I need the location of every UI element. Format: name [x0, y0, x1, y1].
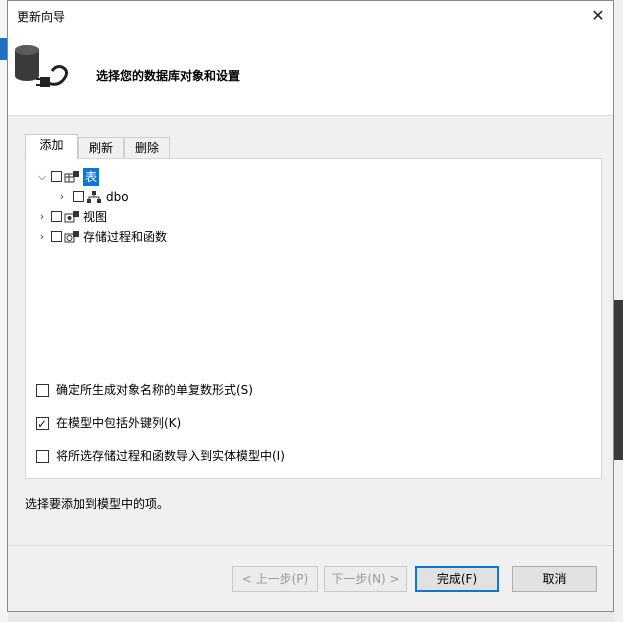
- foreign-keys-label[interactable]: 在模型中包括外键列(K): [56, 414, 181, 432]
- dbo-checkbox[interactable]: [73, 191, 84, 202]
- import-procs-checkbox[interactable]: [36, 450, 49, 463]
- cancel-button[interactable]: 取消: [512, 566, 597, 592]
- chevron-right-icon[interactable]: ›: [36, 228, 48, 246]
- view-icon: [64, 211, 79, 223]
- background-app-right: [614, 0, 623, 622]
- next-button[interactable]: 下一步(N) >: [324, 566, 407, 592]
- foreign-keys-checkbox[interactable]: ✓: [36, 417, 49, 431]
- pluralize-checkbox[interactable]: [36, 384, 49, 397]
- database-plug-icon: [15, 45, 69, 87]
- close-button[interactable]: ✕: [583, 1, 613, 31]
- schema-icon: [87, 191, 101, 203]
- procs-checkbox[interactable]: [51, 231, 62, 242]
- tab-add[interactable]: 添加: [25, 134, 78, 159]
- finish-button[interactable]: 完成(F): [415, 566, 499, 592]
- views-checkbox[interactable]: [51, 211, 62, 222]
- background-panel: [614, 300, 623, 460]
- tab-panel-add: ⌵ 表 › dbo › 视图 › 存储过程和函数 确定所生成对象名称的单复数形式…: [25, 158, 602, 479]
- update-wizard-dialog: 更新向导 ✕ 选择您的数据库对象和设置 添加 刷新 删除 ⌵ 表 › dbo ›…: [7, 0, 614, 612]
- pluralize-label[interactable]: 确定所生成对象名称的单复数形式(S): [56, 381, 253, 399]
- chevron-right-icon[interactable]: ›: [56, 188, 68, 206]
- table-icon: [64, 171, 79, 183]
- tree-label-views[interactable]: 视图: [83, 208, 107, 226]
- tab-delete[interactable]: 删除: [124, 137, 170, 158]
- divider: [8, 545, 613, 546]
- wizard-header: 选择您的数据库对象和设置: [8, 31, 613, 116]
- tree-label-tables[interactable]: 表: [83, 168, 100, 186]
- chevron-down-icon[interactable]: ⌵: [36, 168, 48, 186]
- wizard-step-title: 选择您的数据库对象和设置: [96, 69, 241, 83]
- import-procs-label[interactable]: 将所选存储过程和函数导入到实体模型中(I): [56, 447, 285, 465]
- back-button[interactable]: < 上一步(P): [232, 566, 318, 592]
- tab-refresh[interactable]: 刷新: [78, 137, 124, 158]
- status-description: 选择要添加到模型中的项。: [25, 497, 170, 511]
- tree-label-dbo[interactable]: dbo: [106, 188, 129, 206]
- chevron-right-icon[interactable]: ›: [36, 208, 48, 226]
- tree-label-procs[interactable]: 存储过程和函数: [83, 228, 167, 246]
- stored-procedure-icon: [64, 231, 79, 243]
- window-title: 更新向导: [17, 10, 66, 24]
- checkmark-icon: ✓: [37, 417, 48, 431]
- tables-checkbox[interactable]: [51, 171, 62, 182]
- title-bar: 更新向导 ✕: [8, 1, 613, 31]
